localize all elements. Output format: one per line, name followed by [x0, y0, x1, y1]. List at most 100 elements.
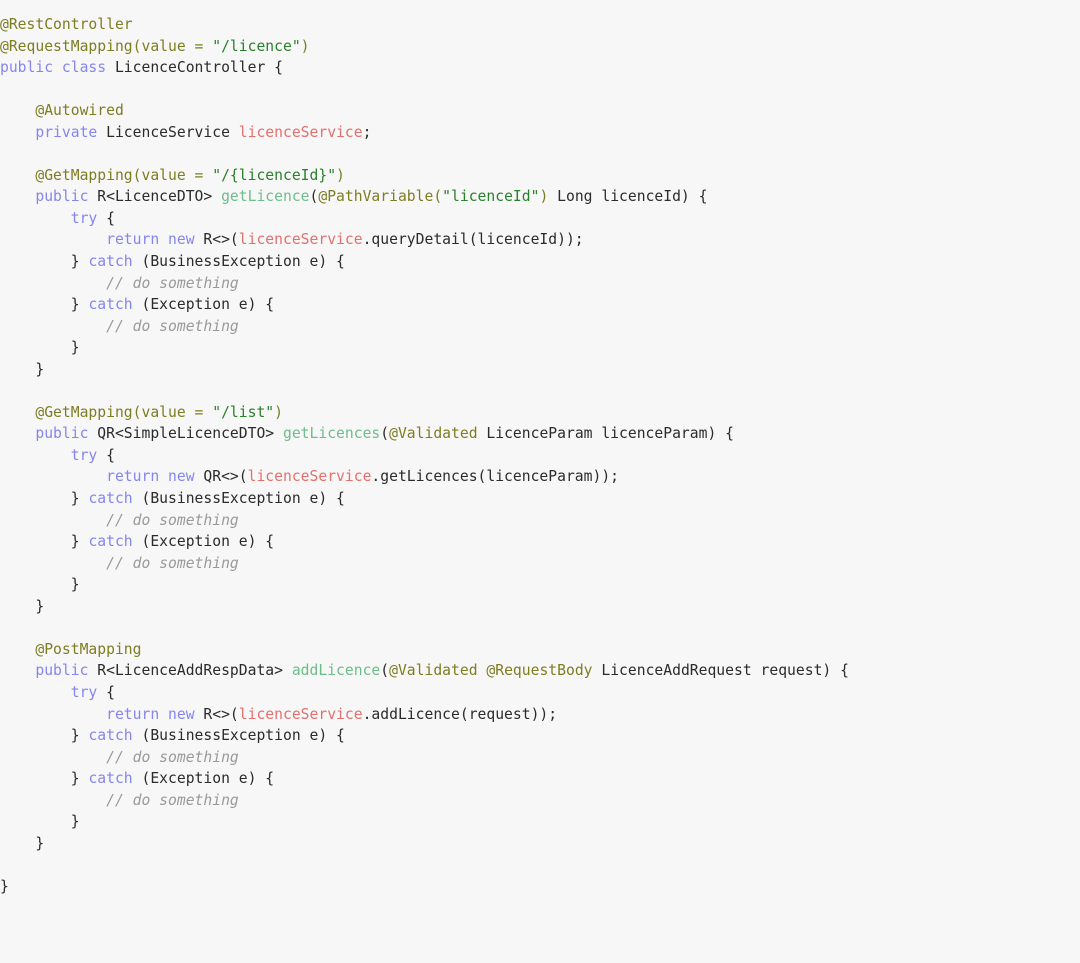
code-token-plain: R<>( [194, 705, 239, 723]
code-token-keyword: public [35, 188, 89, 206]
code-token-comment: // do something [106, 274, 239, 292]
code-line: @Autowired [0, 100, 1080, 122]
code-token-keyword: try [70, 683, 98, 701]
code-token-plain: .addLicence(request)); [362, 705, 558, 723]
code-token-plain: LicenceAddRequest request) { [592, 662, 849, 680]
code-token-annotation: @RequestMapping [0, 37, 133, 55]
code-line: } catch (Exception e) { [0, 531, 1080, 553]
code-token-plain: (Exception e) { [132, 770, 275, 788]
code-token-keyword: public class [0, 59, 107, 77]
code-line: } [0, 337, 1080, 359]
code-token-annotation: @PathVariable [318, 188, 434, 206]
code-token-plain: .queryDetail(licenceId)); [362, 231, 584, 249]
code-token-method: addLicence [291, 662, 381, 680]
code-token-field: licenceService [238, 705, 363, 723]
code-token-annotation: @Validated [389, 662, 478, 680]
code-token-comment: // do something [106, 791, 239, 809]
code-token-comment: // do something [106, 748, 239, 766]
code-token-annotation: @RestController [0, 16, 133, 33]
code-token-annotation: @PostMapping [35, 640, 142, 658]
code-token-plain: (BusinessException e) { [132, 727, 345, 745]
code-token-plain: { [97, 446, 115, 464]
code-token-annotation: @Validated [389, 425, 478, 443]
code-token-comment: // do something [106, 511, 239, 529]
code-token-keyword: catch [88, 727, 133, 745]
code-token-keyword: public [35, 425, 89, 443]
code-token-string: "/{licenceId}" [212, 166, 337, 184]
code-line: } [0, 359, 1080, 381]
code-line: } [0, 574, 1080, 596]
code-line: return new QR<>(licenceService.getLicenc… [0, 466, 1080, 488]
code-line: public class LicenceController { [0, 57, 1080, 79]
code-token-plain: LicenceService [97, 123, 239, 141]
code-line: @PostMapping [0, 639, 1080, 661]
code-token-annotation: = [185, 166, 213, 184]
code-line: // do something [0, 790, 1080, 812]
code-line: // do something [0, 747, 1080, 769]
code-token-plain: } [0, 727, 89, 745]
code-token-comment: // do something [106, 554, 239, 572]
code-line: } catch (BusinessException e) { [0, 251, 1080, 273]
code-token-string: "/licence" [212, 37, 301, 55]
code-token-plain: ( [380, 425, 390, 443]
code-token-annotation: = [185, 403, 213, 421]
code-token-plain: Long licenceId) { [548, 188, 708, 206]
code-token-plain: } [0, 339, 80, 357]
code-token-plain: } [0, 834, 45, 852]
code-line: public QR<SimpleLicenceDTO> getLicences(… [0, 423, 1080, 445]
code-line: } [0, 833, 1080, 855]
code-token-annotation: ( [433, 188, 443, 206]
code-token-keyword: public [35, 662, 89, 680]
code-token-field: licenceService [247, 468, 372, 486]
code-token-plain: QR<>( [194, 468, 248, 486]
code-line: } catch (BusinessException e) { [0, 488, 1080, 510]
code-token-plain: (BusinessException e) { [132, 253, 345, 271]
code-line: private LicenceService licenceService; [0, 122, 1080, 144]
code-token-annotation: @Autowired [35, 102, 124, 120]
code-token-method: getLicences [282, 425, 381, 443]
source-code-block[interactable]: @RestController @RequestMapping(value = … [0, 14, 1080, 897]
code-token-plain: { [97, 209, 115, 227]
code-token-plain: } [0, 813, 80, 831]
source-code[interactable]: @RestController @RequestMapping(value = … [0, 14, 1080, 897]
code-line: try { [0, 682, 1080, 704]
code-token-plain: } [0, 877, 9, 895]
code-token-plain: R<>( [194, 231, 239, 249]
code-token-annotation: value [141, 166, 186, 184]
code-token-keyword: private [35, 123, 98, 141]
code-token-plain: } [0, 533, 89, 551]
code-token-field: licenceService [238, 231, 363, 249]
code-token-annotation: ( [132, 166, 142, 184]
code-line: // do something [0, 273, 1080, 295]
code-token-plain: } [0, 360, 45, 378]
code-token-plain: } [0, 576, 80, 594]
code-token-plain: QR<SimpleLicenceDTO> [88, 425, 283, 443]
code-token-annotation: ) [539, 188, 549, 206]
code-token-annotation: @GetMapping [35, 166, 133, 184]
code-line: } [0, 596, 1080, 618]
code-line: } [0, 811, 1080, 833]
code-line: @RequestMapping(value = "/licence") [0, 36, 1080, 58]
code-line: } [0, 876, 1080, 898]
code-token-keyword: try [70, 446, 98, 464]
code-token-plain: ; [362, 123, 372, 141]
code-token-plain: R<LicenceDTO> [88, 188, 222, 206]
code-token-keyword: catch [88, 533, 133, 551]
code-viewer[interactable]: @RestController @RequestMapping(value = … [0, 0, 1080, 963]
code-token-annotation: = [185, 37, 213, 55]
code-line: @GetMapping(value = "/list") [0, 402, 1080, 424]
code-token-annotation: @RequestBody [486, 662, 593, 680]
